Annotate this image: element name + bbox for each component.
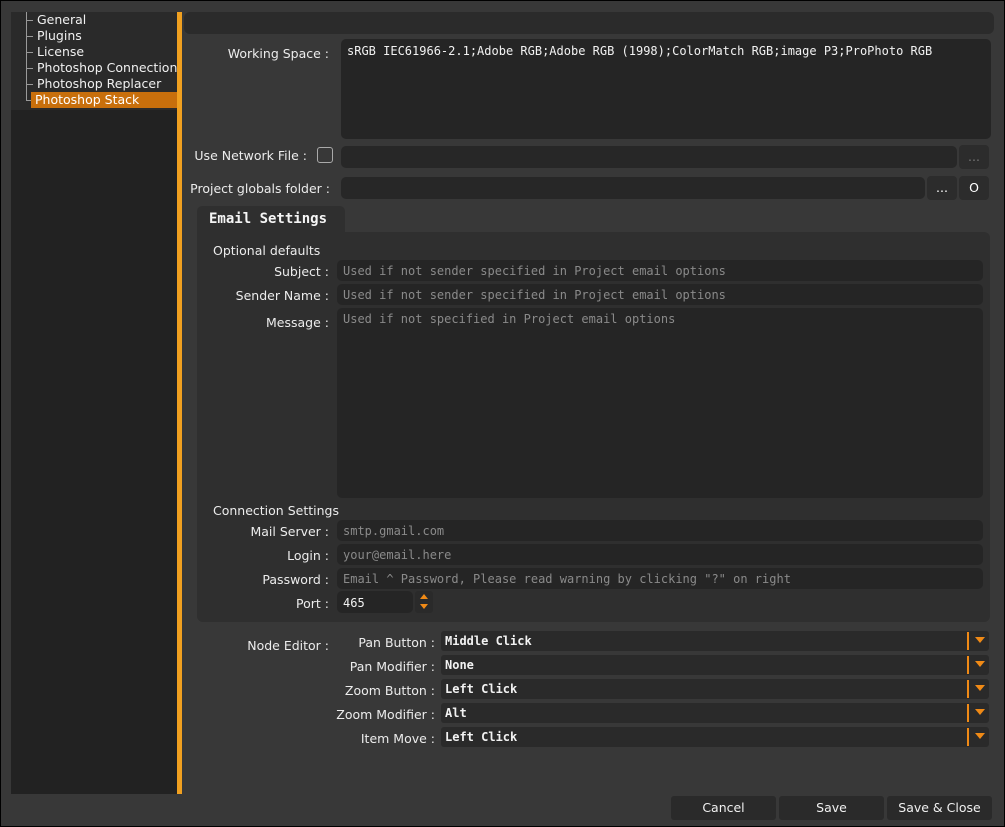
optional-defaults-heading: Optional defaults (213, 243, 321, 258)
subject-field[interactable]: Used if not sender specified in Project … (337, 260, 983, 281)
network-file-checkbox[interactable] (317, 147, 333, 163)
item-move-select[interactable]: Left Click (441, 727, 989, 747)
network-file-browse-button[interactable]: ... (959, 145, 989, 169)
mail-server-field[interactable]: smtp.gmail.com (337, 520, 983, 541)
subject-placeholder: Used if not sender specified in Project … (343, 264, 726, 278)
save-close-button[interactable]: Save & Close (887, 796, 992, 820)
sender-name-label: Sender Name : (235, 288, 329, 303)
dropdown-separator (967, 680, 969, 698)
port-stepper[interactable] (415, 591, 433, 613)
sender-name-placeholder: Used if not sender specified in Project … (343, 288, 726, 302)
tree-connector (26, 12, 27, 101)
zoom-modifier-label: Zoom Modifier : (336, 707, 435, 722)
zoom-modifier-value: Alt (445, 706, 467, 720)
dropdown-separator (967, 728, 969, 746)
subject-label: Subject : (274, 264, 329, 279)
pan-button-select[interactable]: Middle Click (441, 631, 989, 651)
message-placeholder: Used if not specified in Project email o… (343, 312, 676, 326)
pan-modifier-label: Pan Modifier : (349, 659, 435, 674)
chevron-down-icon[interactable] (975, 733, 985, 739)
chevron-up-icon[interactable] (420, 594, 428, 599)
globals-folder-field[interactable] (341, 177, 925, 199)
login-label: Login : (287, 548, 329, 563)
pan-button-value: Middle Click (445, 634, 532, 648)
zoom-button-value: Left Click (445, 682, 518, 696)
item-move-value: Left Click (445, 730, 518, 744)
port-field[interactable]: 465 (337, 591, 413, 613)
zoom-button-select[interactable]: Left Click (441, 679, 989, 699)
pan-button-label: Pan Button : (358, 635, 435, 650)
preferences-window: General Plugins License Photoshop Connec… (1, 1, 1004, 826)
chevron-down-icon[interactable] (975, 637, 985, 643)
tree-branch (26, 68, 33, 69)
dropdown-separator (967, 704, 969, 722)
network-file-field[interactable] (341, 146, 957, 168)
chevron-down-icon[interactable] (420, 604, 428, 609)
globals-folder-browse-button[interactable]: ... (927, 176, 957, 200)
port-value: 465 (343, 596, 365, 610)
working-space-value: sRGB IEC61966-2.1;Adobe RGB;Adobe RGB (1… (347, 44, 933, 58)
chevron-down-icon[interactable] (975, 685, 985, 691)
chevron-down-icon[interactable] (975, 661, 985, 667)
login-field[interactable]: your@email.here (337, 544, 983, 565)
message-label: Message : (266, 315, 329, 330)
tree-branch (26, 84, 33, 85)
email-tab-label: Email Settings (209, 211, 328, 227)
dropdown-separator (967, 656, 969, 674)
sidebar-item-photoshop-connection[interactable]: Photoshop Connection (33, 60, 181, 76)
top-bar (184, 12, 994, 34)
splitter-handle[interactable] (177, 12, 182, 794)
zoom-button-label: Zoom Button : (344, 683, 435, 698)
pan-modifier-value: None (445, 658, 474, 672)
sender-name-field[interactable]: Used if not sender specified in Project … (337, 284, 983, 305)
chevron-down-icon[interactable] (975, 709, 985, 715)
password-label: Password : (262, 572, 329, 587)
tree-branch (26, 36, 33, 37)
password-field[interactable]: Email ^ Password, Please read warning by… (337, 568, 983, 589)
sidebar-item-license[interactable]: License (33, 44, 88, 60)
mail-server-label: Mail Server : (250, 524, 329, 539)
pan-modifier-select[interactable]: None (441, 655, 989, 675)
sidebar: General Plugins License Photoshop Connec… (11, 12, 181, 794)
mail-server-placeholder: smtp.gmail.com (343, 524, 445, 538)
port-label: Port : (296, 596, 329, 611)
login-placeholder: your@email.here (343, 548, 452, 562)
network-file-label: Use Network File : (194, 148, 307, 163)
item-move-label: Item Move : (360, 731, 435, 746)
tree-view: General Plugins License Photoshop Connec… (11, 12, 181, 110)
dropdown-separator (967, 632, 969, 650)
save-button[interactable]: Save (779, 796, 884, 820)
connection-settings-heading: Connection Settings (213, 503, 339, 518)
sidebar-item-plugins[interactable]: Plugins (33, 28, 86, 44)
tree-branch (26, 20, 33, 21)
cancel-button[interactable]: Cancel (671, 796, 776, 820)
sidebar-item-photoshop-stack[interactable]: Photoshop Stack (31, 92, 181, 108)
tab-email-settings[interactable]: Email Settings (197, 206, 345, 233)
password-placeholder: Email ^ Password, Please read warning by… (343, 572, 791, 586)
working-space-label: Working Space : (227, 46, 329, 61)
zoom-modifier-select[interactable]: Alt (441, 703, 989, 723)
globals-folder-label: Project globals folder : (190, 181, 330, 196)
message-field[interactable]: Used if not specified in Project email o… (337, 308, 983, 498)
sidebar-item-photoshop-replacer[interactable]: Photoshop Replacer (33, 76, 165, 92)
globals-folder-open-button[interactable]: O (959, 176, 989, 200)
tree-branch (26, 52, 33, 53)
working-space-field[interactable]: sRGB IEC61966-2.1;Adobe RGB;Adobe RGB (1… (341, 39, 991, 139)
sidebar-item-general[interactable]: General (33, 12, 90, 28)
